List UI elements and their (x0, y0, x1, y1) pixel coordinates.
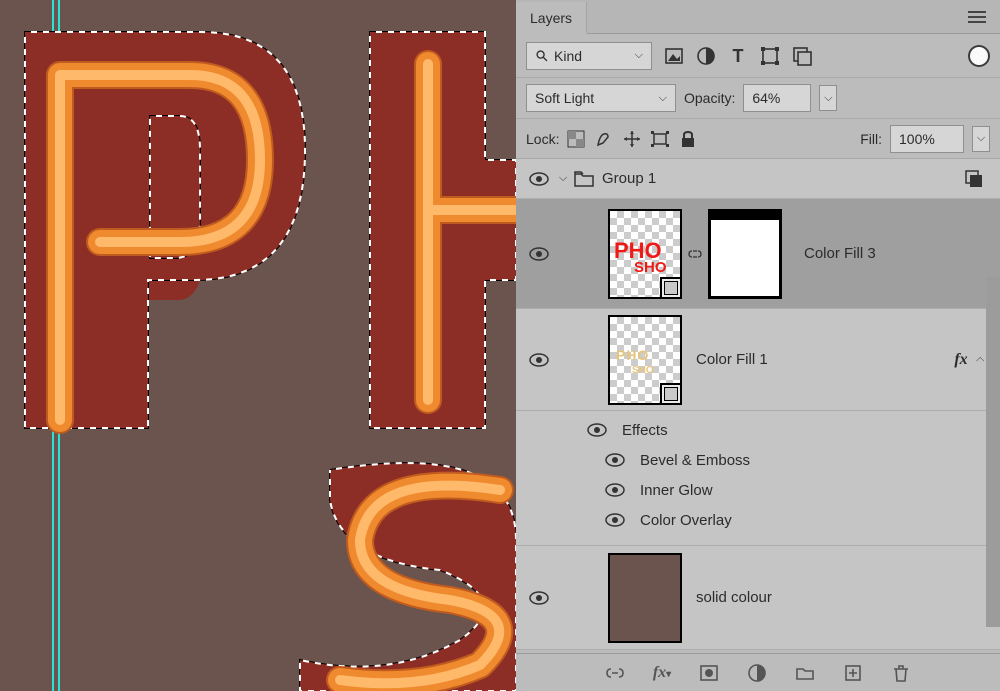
layers-bottom-bar: fx▾ (516, 653, 1000, 691)
layer-thumbnail[interactable]: PHO SHO (608, 209, 682, 299)
fill-slider-toggle[interactable]: ⌵ (972, 126, 990, 152)
visibility-toggle[interactable] (522, 591, 556, 605)
layer-thumbnail[interactable]: PHO SHO (608, 315, 682, 405)
effect-name: Bevel & Emboss (640, 452, 750, 469)
lock-label: Lock: (526, 131, 559, 147)
visibility-toggle[interactable] (598, 483, 632, 497)
layers-panel: Layers Kind ⌵ T Soft Light ⌵ Op (516, 0, 1000, 691)
effects-header[interactable]: Effects (580, 415, 1000, 445)
lock-all-icon[interactable] (679, 130, 697, 148)
tab-label: Layers (530, 10, 572, 26)
group-disclosure-icon[interactable]: ⌵ (556, 172, 570, 185)
folder-icon (574, 171, 594, 187)
search-icon (535, 49, 549, 63)
panel-tab-bar: Layers (516, 0, 1000, 34)
lock-transparency-icon[interactable] (567, 130, 585, 148)
smartobject-filter-icon[interactable] (792, 46, 812, 66)
scrollbar-thumb[interactable] (986, 277, 1000, 627)
blend-opacity-row: Soft Light ⌵ Opacity: 64% ⌵ (516, 78, 1000, 119)
layer-row-solid-colour[interactable]: solid colour (516, 546, 1000, 650)
shape-badge-icon (660, 277, 682, 299)
thumb-text: SHO (634, 261, 667, 275)
shape-badge-icon (660, 383, 682, 405)
layer-name[interactable]: Color Fill 1 (696, 351, 768, 368)
eye-icon (529, 591, 549, 605)
effect-color-overlay[interactable]: Color Overlay (580, 505, 1000, 535)
lock-pixels-icon[interactable] (595, 130, 613, 148)
visibility-toggle[interactable] (522, 353, 556, 367)
chevron-up-icon[interactable]: ⌵ (976, 353, 984, 366)
visibility-toggle[interactable] (598, 453, 632, 467)
layer-effects-list: Effects Bevel & Emboss Inner Glow Color … (516, 411, 1000, 546)
opacity-value: 64% (752, 90, 780, 106)
selection-marquee (0, 0, 516, 691)
effect-name: Color Overlay (640, 512, 732, 529)
eye-icon (529, 353, 549, 367)
add-layer-style-icon[interactable]: fx▾ (653, 664, 671, 682)
eye-icon (529, 247, 549, 261)
lock-position-icon[interactable] (623, 130, 641, 148)
eye-icon (605, 453, 625, 467)
eye-icon (587, 423, 607, 437)
filter-kind-label: Kind (554, 48, 582, 64)
layer-group-row[interactable]: ⌵ Group 1 (516, 159, 1000, 199)
add-mask-icon[interactable] (699, 663, 719, 683)
layer-row-color-fill-1[interactable]: PHO SHO Color Fill 1 fx ⌵ (516, 309, 1000, 411)
document-canvas[interactable] (0, 0, 516, 691)
mask-link-icon[interactable] (688, 247, 702, 261)
visibility-toggle[interactable] (580, 423, 614, 437)
fill-value: 100% (899, 131, 935, 147)
filter-toggle-switch[interactable] (968, 45, 990, 67)
new-layer-icon[interactable] (843, 663, 863, 683)
effect-name: Inner Glow (640, 482, 713, 499)
layer-filter-row: Kind ⌵ T (516, 34, 1000, 78)
tab-layers[interactable]: Layers (516, 2, 587, 34)
effect-bevel-emboss[interactable]: Bevel & Emboss (580, 445, 1000, 475)
link-layers-icon[interactable] (605, 663, 625, 683)
adjustment-filter-icon[interactable] (696, 46, 716, 66)
visibility-toggle[interactable] (522, 172, 556, 186)
chevron-down-icon: ⌵ (635, 49, 643, 62)
eye-icon (605, 483, 625, 497)
panel-menu-button[interactable] (954, 16, 1000, 18)
effect-inner-glow[interactable]: Inner Glow (580, 475, 1000, 505)
fill-label: Fill: (860, 131, 882, 147)
filter-kind-select[interactable]: Kind ⌵ (526, 42, 652, 70)
type-filter-icon[interactable]: T (728, 46, 748, 66)
layer-row-color-fill-3[interactable]: PHO SHO Color Fill 3 (516, 199, 1000, 309)
layer-thumbnail[interactable] (608, 553, 682, 643)
image-filter-icon[interactable] (664, 46, 684, 66)
visibility-toggle[interactable] (598, 513, 632, 527)
new-group-icon[interactable] (795, 663, 815, 683)
visibility-toggle[interactable] (522, 247, 556, 261)
thumb-text: PHO (614, 241, 662, 261)
opacity-field[interactable]: 64% (743, 84, 811, 112)
layer-mask-thumbnail[interactable] (708, 209, 782, 299)
fx-indicator[interactable]: fx (954, 351, 967, 369)
blend-mode-value: Soft Light (535, 90, 594, 106)
lock-fill-row: Lock: Fill: 100% ⌵ (516, 119, 1000, 159)
group-blend-icon[interactable] (964, 169, 984, 189)
chevron-down-icon: ⌵ (659, 92, 667, 105)
layer-name[interactable]: solid colour (696, 589, 772, 606)
opacity-slider-toggle[interactable]: ⌵ (819, 85, 837, 111)
shape-filter-icon[interactable] (760, 46, 780, 66)
eye-icon (605, 513, 625, 527)
layer-list: ⌵ Group 1 PHO SHO (516, 159, 1000, 653)
menu-icon (968, 16, 986, 18)
lock-artboard-icon[interactable] (651, 130, 669, 148)
fill-field[interactable]: 100% (890, 125, 964, 153)
effects-label: Effects (622, 422, 668, 439)
layer-name[interactable]: Color Fill 3 (804, 245, 876, 262)
delete-layer-icon[interactable] (891, 663, 911, 683)
group-name[interactable]: Group 1 (602, 170, 656, 187)
opacity-label: Opacity: (684, 90, 735, 106)
blend-mode-select[interactable]: Soft Light ⌵ (526, 84, 676, 112)
svg-text:T: T (733, 46, 744, 66)
new-adjustment-layer-icon[interactable] (747, 663, 767, 683)
eye-icon (529, 172, 549, 186)
